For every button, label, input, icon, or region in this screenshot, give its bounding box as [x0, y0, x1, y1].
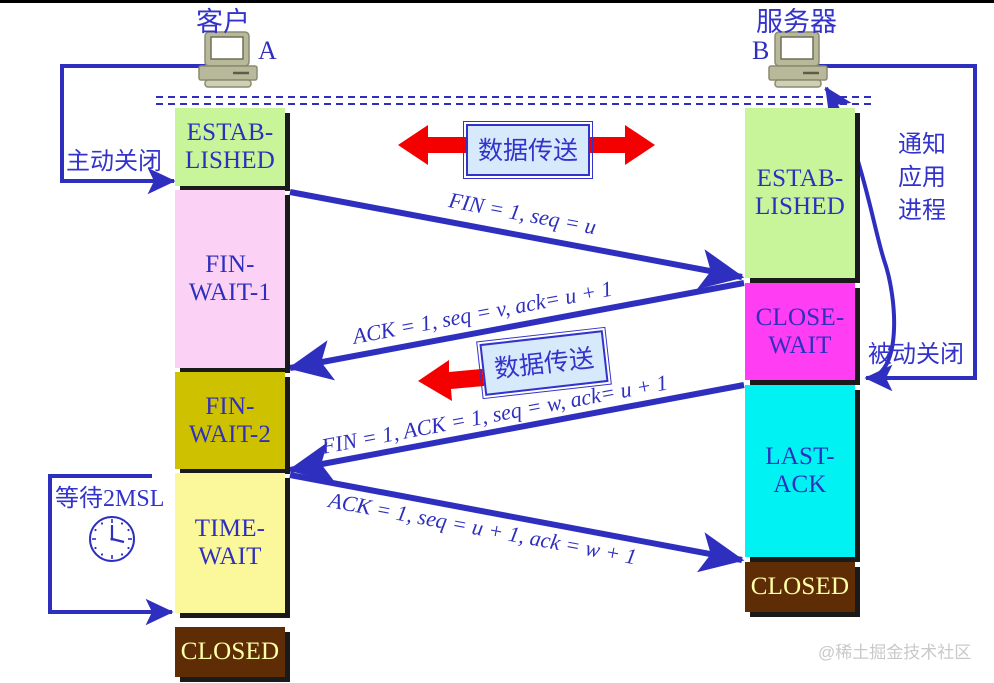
state-label-line1: CLOSE-	[755, 303, 845, 331]
wait-2msl-cn: 等待	[55, 485, 103, 512]
client-state-closed: CLOSED	[175, 627, 285, 677]
server-computer-icon	[767, 30, 839, 97]
state-label-line1: FIN-	[205, 392, 255, 420]
notify-app-label-line3: 进程	[898, 197, 946, 224]
wait-2msl-value: 2MSL	[103, 486, 165, 512]
server-letter: B	[752, 36, 770, 65]
state-label-line1: TIME-	[194, 515, 266, 542]
state-label-line1: CLOSED	[180, 638, 280, 665]
client-state-fin-wait-2: FIN- WAIT-2	[175, 372, 285, 469]
state-label-line1: ESTAB-	[756, 165, 844, 192]
state-label-line2: WAIT	[768, 331, 832, 359]
server-title: 服务器	[756, 7, 837, 37]
server-state-close-wait: CLOSE- WAIT	[745, 283, 855, 380]
client-title: 客户	[196, 7, 250, 37]
state-label-line2: LISHED	[754, 193, 846, 220]
server-state-closed: CLOSED	[745, 562, 855, 612]
wait-2msl-label: 等待2MSL	[55, 478, 164, 513]
established-dashed-line	[156, 96, 872, 105]
server-state-last-ack: LAST- ACK	[745, 385, 855, 557]
active-close-label: 主动关闭	[66, 148, 162, 175]
client-state-time-wait: TIME- WAIT	[175, 473, 285, 613]
state-label-line1: FIN-	[205, 251, 255, 278]
state-label-line2: WAIT	[198, 543, 262, 570]
state-label-line1: LAST-	[765, 443, 835, 470]
client-state-established: ESTAB- LISHED	[175, 108, 285, 186]
client-letter: A	[258, 36, 277, 65]
tcp-termination-diagram: 客户 A 服务器 B ESTAB- LISHED FIN- WAIT-1 FIN…	[0, 0, 994, 683]
passive-close-label: 被动关闭	[868, 341, 964, 368]
state-label-line1: ESTAB-	[186, 119, 274, 146]
data-transfer-box-1: 数据传送	[462, 121, 594, 179]
data-transfer-arrow-left	[398, 125, 470, 165]
data-transfer-arrow-right	[583, 125, 655, 165]
notify-app-label-line1: 通知	[898, 131, 946, 158]
server-state-established: ESTAB- LISHED	[745, 108, 855, 278]
state-label-line2: LISHED	[184, 147, 276, 174]
state-label-line2: ACK	[773, 471, 827, 498]
state-label-line1: CLOSED	[750, 573, 850, 600]
watermark: @稀土掘金技术社区	[818, 643, 972, 662]
state-label-line2: WAIT-1	[188, 279, 272, 306]
client-state-fin-wait-1: FIN- WAIT-1	[175, 190, 285, 368]
clock-icon	[85, 512, 139, 571]
state-label-line2: WAIT-2	[188, 420, 272, 448]
notify-app-label-line2: 应用	[898, 164, 946, 191]
